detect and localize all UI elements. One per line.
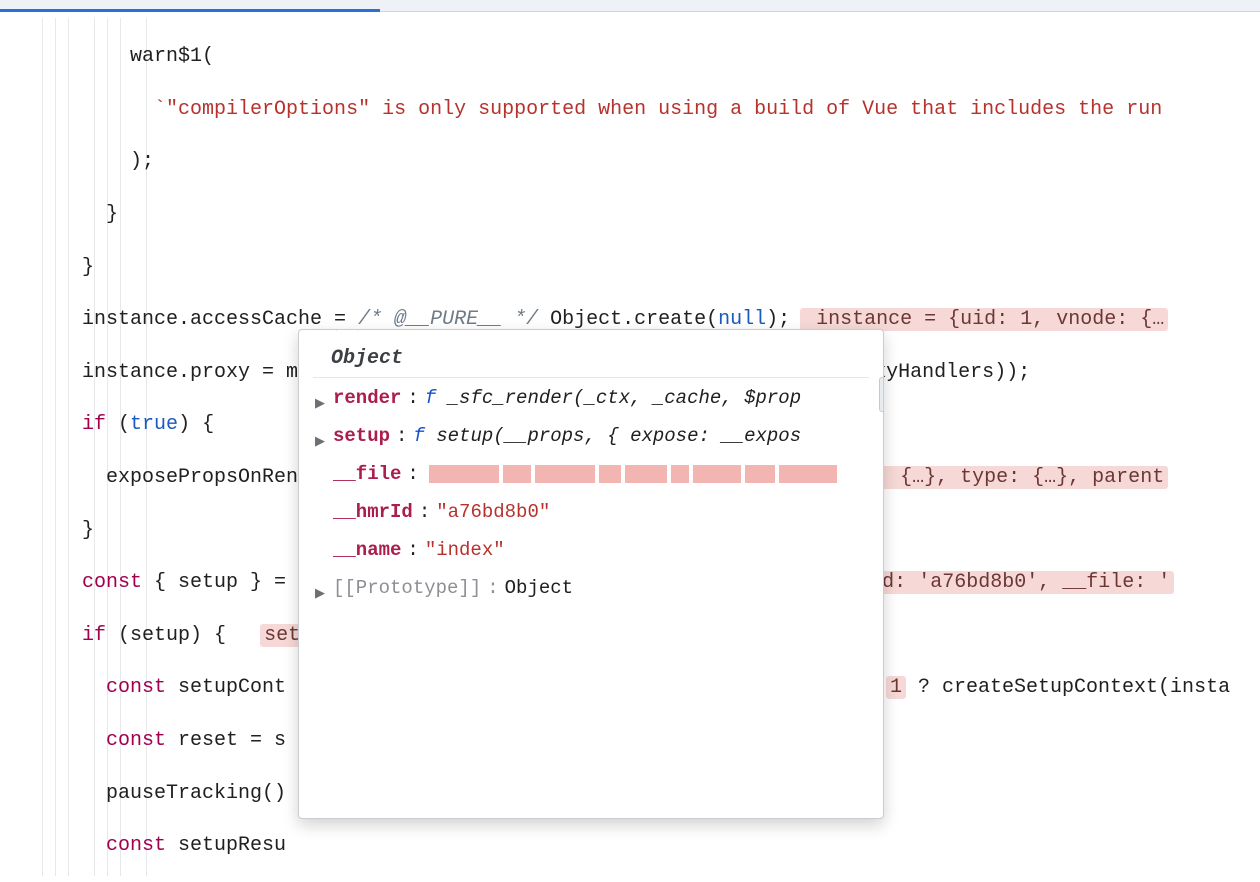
expand-icon[interactable]: ▶ [315, 420, 327, 458]
code-keyword: const [106, 834, 166, 857]
tooltip-row-file[interactable]: ▶ __file: [313, 458, 869, 496]
object-preview-chip[interactable]: {…} [879, 377, 884, 412]
code-text: } [82, 256, 94, 279]
code-text: } [106, 203, 118, 226]
code-text: instance.accessCache = [82, 308, 358, 331]
code-keyword: const [82, 571, 142, 594]
debug-inlay[interactable]: 1 [886, 676, 906, 699]
function-symbol-icon: f [413, 425, 424, 447]
code-text: } [82, 519, 94, 542]
tooltip-key: render [333, 382, 401, 415]
tooltip-row-setup[interactable]: ▶ setup: f setup(__props, { expose: __ex… [313, 420, 869, 458]
tooltip-key: __hmrId [333, 496, 413, 529]
code-text: { setup } = [142, 571, 298, 594]
tooltip-title: Object [313, 342, 869, 378]
code-text: setupResu [166, 834, 286, 857]
tooltip-row-hmrid[interactable]: ▶ __hmrId: "a76bd8b0" [313, 496, 869, 534]
debugger-hover-tooltip[interactable]: Object ▶ render: f _sfc_render(_ctx, _ca… [298, 329, 884, 819]
code-text: ( [106, 413, 130, 436]
code-text: setupCont [166, 676, 286, 699]
tooltip-row-prototype[interactable]: ▶ [[Prototype]]: Object [313, 572, 869, 610]
debug-inlay[interactable]: instance = {uid: 1, vnode: {… [800, 308, 1168, 331]
tooltip-key: __name [333, 534, 401, 567]
tooltip-key: __file [333, 458, 401, 491]
code-text: (setup) { [106, 624, 250, 647]
code-text: ? createSetupContext(insta [906, 676, 1230, 699]
redacted-value [429, 458, 841, 491]
code-null: null [718, 308, 766, 331]
code-keyword: const [106, 729, 166, 752]
code-text: Object.create( [538, 308, 718, 331]
tooltip-row-render[interactable]: ▶ render: f _sfc_render(_ctx, _cache, $p… [313, 382, 869, 420]
function-symbol-icon: f [425, 387, 436, 409]
expand-icon[interactable]: ▶ [315, 572, 327, 610]
code-string: `"compilerOptions" is only supported whe… [154, 98, 1162, 121]
tooltip-value: Object [505, 572, 573, 605]
tooltip-notch [336, 329, 359, 341]
code-text: pauseTracking() [106, 782, 286, 805]
code-comment: /* @__PURE__ */ [358, 308, 538, 331]
code-text: ); [766, 308, 790, 331]
code-text: warn$1( [130, 45, 214, 68]
tooltip-key: [[Prototype]] [333, 572, 481, 605]
tab-bar[interactable] [0, 0, 1260, 12]
tooltip-row-name[interactable]: ▶ __name: "index" [313, 534, 869, 572]
tooltip-fn-sig: _sfc_render(_ctx, _cache, $prop [448, 387, 801, 409]
expand-icon[interactable]: ▶ [315, 382, 327, 420]
tooltip-value: "a76bd8b0" [436, 496, 550, 529]
code-bool: true [130, 413, 178, 436]
code-text: ) { [178, 413, 214, 436]
code-keyword: if [82, 413, 106, 436]
code-keyword: const [106, 676, 166, 699]
tooltip-fn-sig: setup(__props, { expose: __expos [436, 425, 801, 447]
tooltip-value: "index" [425, 534, 505, 567]
tooltip-key: setup [333, 420, 390, 453]
code-keyword: if [82, 624, 106, 647]
code-text: reset = s [166, 729, 286, 752]
code-text: ); [130, 150, 154, 173]
